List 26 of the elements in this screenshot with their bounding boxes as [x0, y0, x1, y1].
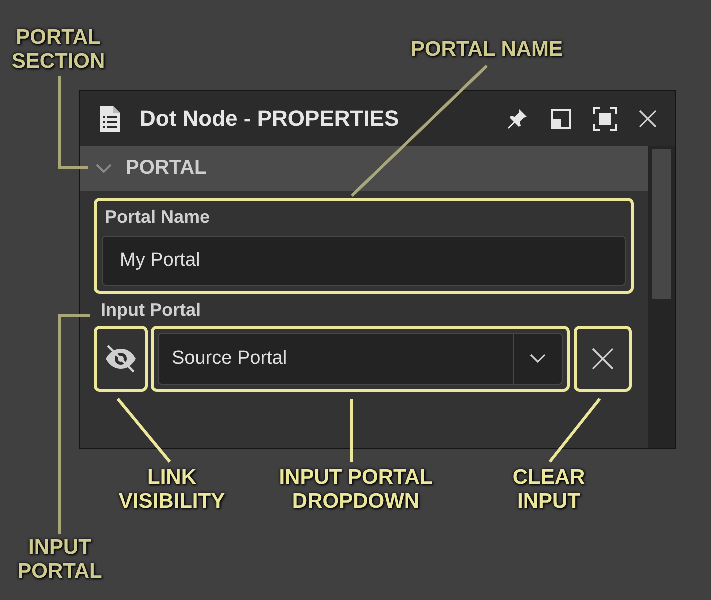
- visibility-button[interactable]: [94, 326, 148, 392]
- leader-line: [350, 399, 354, 462]
- portal-name-field[interactable]: My Portal: [102, 236, 626, 286]
- field-label: Portal Name: [104, 206, 212, 229]
- close-icon: [592, 348, 614, 370]
- callout-label: INPUT PORTAL: [16, 536, 104, 584]
- clear-button[interactable]: [574, 326, 632, 392]
- section-header[interactable]: PORTAL: [80, 146, 648, 191]
- close-icon[interactable]: [639, 110, 657, 128]
- portal-dropdown[interactable]: Source Portal: [158, 333, 563, 385]
- callout-label: INPUT PORTAL DROPDOWN: [278, 466, 434, 514]
- document-icon: [100, 106, 120, 132]
- chevron-icon: [96, 164, 112, 174]
- restore-icon[interactable]: [551, 108, 571, 128]
- chevron-icon: [530, 354, 546, 364]
- leader-line: [116, 398, 172, 463]
- eye-icon: [104, 344, 138, 374]
- window-title: Dot Node - PROPERTIES: [140, 106, 400, 132]
- callout-label: LINK VISIBILITY: [118, 466, 226, 514]
- field-label: Input Portal: [100, 299, 202, 322]
- leader-line: [548, 398, 602, 463]
- callout-label: PORTAL SECTION: [10, 26, 106, 74]
- scrollbar[interactable]: [648, 146, 675, 448]
- callout-label: CLEAR INPUT: [512, 466, 586, 514]
- callout-label: PORTAL NAME: [410, 38, 564, 62]
- maximize-icon[interactable]: [593, 106, 617, 130]
